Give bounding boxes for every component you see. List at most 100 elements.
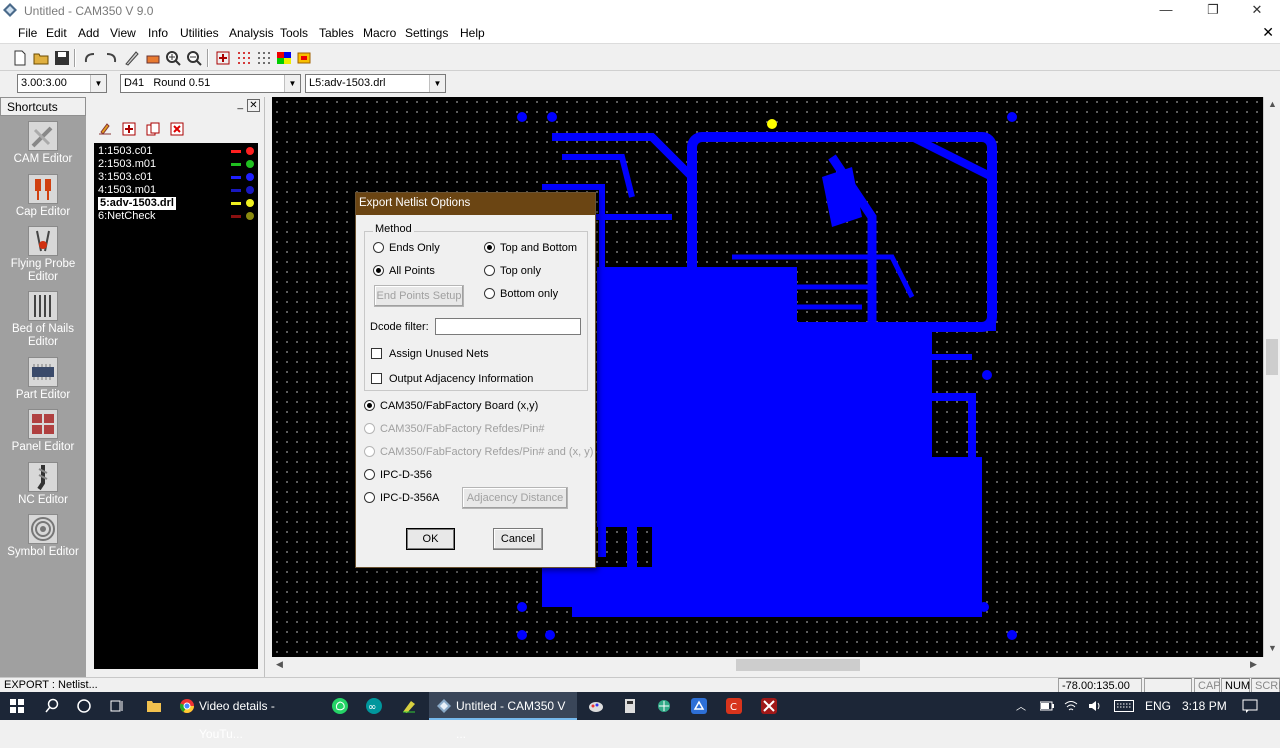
notifications-icon[interactable]	[1242, 699, 1258, 713]
scroll-right-icon[interactable]: ▶	[1250, 659, 1257, 670]
clock[interactable]: 3:18 PM	[1182, 699, 1227, 713]
battery-icon[interactable]	[1040, 700, 1054, 712]
layer-edit-icon[interactable]	[98, 122, 112, 136]
menu-help[interactable]: Help	[460, 26, 485, 40]
layer-item-4[interactable]: 4:1503.m01	[98, 184, 156, 197]
calculator-icon[interactable]	[622, 698, 638, 714]
dcode-select[interactable]: D41 Round 0.51 ▼	[120, 74, 301, 93]
layer-visibility-dot[interactable]	[246, 186, 254, 194]
panel-minimize-icon[interactable]: _	[237, 99, 243, 110]
shortcut-cam-editor[interactable]: CAM Editor	[0, 121, 86, 166]
zoom-in-icon[interactable]	[165, 50, 181, 66]
close-button[interactable]: ✕	[1234, 0, 1280, 22]
chevron-down-icon[interactable]: ▼	[429, 75, 445, 92]
grid-icon[interactable]	[236, 50, 252, 66]
menu-add[interactable]: Add	[78, 26, 99, 40]
menu-analysis[interactable]: Analysis	[229, 26, 274, 40]
menu-view[interactable]: View	[110, 26, 136, 40]
paint-icon[interactable]	[588, 698, 604, 714]
show-hidden-icons[interactable]: ︿	[1016, 698, 1026, 713]
scroll-up-icon[interactable]: ▲	[1268, 99, 1277, 109]
chevron-down-icon[interactable]: ▼	[284, 75, 300, 92]
layer-color-swatch[interactable]	[231, 202, 241, 205]
shortcut-nc-editor[interactable]: NC Editor	[0, 462, 86, 507]
menu-edit[interactable]: Edit	[46, 26, 67, 40]
file-explorer-icon[interactable]	[146, 698, 162, 714]
save-icon[interactable]	[54, 50, 70, 66]
snap-grid-icon[interactable]	[256, 50, 272, 66]
remote-desktop-icon[interactable]	[691, 698, 707, 714]
vertical-scrollbar[interactable]: ▲ ▼	[1263, 97, 1280, 657]
horizontal-scroll-thumb[interactable]	[736, 659, 860, 671]
taskbar-chrome-video-details[interactable]: Video details - YouTu...	[172, 692, 320, 741]
dcode-filter-input[interactable]	[435, 318, 581, 335]
undo-icon[interactable]	[82, 50, 98, 66]
cancel-button[interactable]: Cancel	[493, 528, 543, 550]
cam-tool-icon[interactable]	[401, 698, 417, 714]
adjacency-distance-button[interactable]: Adjacency Distance	[462, 487, 568, 509]
color-palette-icon[interactable]	[276, 50, 292, 66]
language-indicator[interactable]: ENG	[1145, 699, 1171, 713]
end-points-setup-button[interactable]: End Points Setup	[374, 285, 464, 307]
menu-info[interactable]: Info	[148, 26, 168, 40]
layer-visibility-dot[interactable]	[246, 212, 254, 220]
layer-visibility-dot[interactable]	[246, 160, 254, 168]
redo-icon[interactable]	[103, 50, 119, 66]
menu-tools[interactable]: Tools	[280, 26, 308, 40]
menu-tables[interactable]: Tables	[319, 26, 354, 40]
panel-close-icon[interactable]: ✕	[247, 99, 260, 112]
layer-color-swatch[interactable]	[231, 215, 241, 218]
scroll-left-icon[interactable]: ◀	[276, 659, 283, 670]
zoom-out-icon[interactable]	[186, 50, 202, 66]
layer-color-swatch[interactable]	[231, 189, 241, 192]
volume-icon[interactable]	[1088, 699, 1102, 713]
pcb-tool-icon[interactable]	[761, 698, 777, 714]
shortcut-panel-editor[interactable]: Panel Editor	[0, 409, 86, 454]
layer-delete-icon[interactable]	[170, 122, 184, 136]
layer-item-3[interactable]: 3:1503.c01	[98, 171, 152, 184]
menu-utilities[interactable]: Utilities	[180, 26, 219, 40]
layer-select[interactable]: L5:adv-1503.drl ▼	[305, 74, 446, 93]
layer-visibility-dot[interactable]	[246, 173, 254, 181]
shortcut-cap-editor[interactable]: Cap Editor	[0, 174, 86, 219]
minimize-button[interactable]: —	[1143, 0, 1189, 22]
layer-item-5[interactable]: 5:adv-1503.drl	[98, 197, 176, 210]
vertical-scroll-thumb[interactable]	[1266, 339, 1278, 375]
layer-color-swatch[interactable]	[231, 176, 241, 179]
open-file-icon[interactable]	[33, 50, 49, 66]
grid-size-select[interactable]: 3.00:3.00 ▼	[17, 74, 107, 93]
whatsapp-icon[interactable]	[332, 698, 348, 714]
add-layer-icon[interactable]	[215, 50, 231, 66]
layer-color-swatch[interactable]	[231, 150, 241, 153]
keyboard-icon[interactable]	[1114, 700, 1134, 712]
layer-visibility-dot[interactable]	[246, 147, 254, 155]
cortana-icon[interactable]	[76, 698, 92, 714]
layer-color-swatch[interactable]	[231, 163, 241, 166]
eraser-icon[interactable]	[145, 50, 161, 66]
windows-start-icon[interactable]	[10, 699, 24, 713]
chevron-down-icon[interactable]: ▼	[90, 75, 106, 92]
arduino-icon[interactable]: ∞	[366, 698, 382, 714]
layer-display-icon[interactable]	[296, 50, 312, 66]
shortcut-bed-of-nails-editor[interactable]: Bed of Nails Editor	[0, 291, 86, 349]
menu-file[interactable]: File	[18, 26, 37, 40]
restore-button[interactable]: ❐	[1190, 0, 1236, 22]
horizontal-scrollbar[interactable]: ◀ ▶	[272, 657, 1263, 673]
layer-copy-icon[interactable]	[146, 122, 160, 136]
new-file-icon[interactable]	[12, 50, 28, 66]
menu-settings[interactable]: Settings	[405, 26, 448, 40]
red-app-icon[interactable]: C	[726, 698, 742, 714]
layer-visibility-dot[interactable]	[246, 199, 254, 207]
mdi-close-icon[interactable]: ✕	[1262, 24, 1274, 41]
scroll-down-icon[interactable]: ▼	[1268, 643, 1277, 653]
layer-item-1[interactable]: 1:1503.c01	[98, 145, 152, 158]
shortcut-flying-probe-editor[interactable]: Flying Probe Editor	[0, 226, 86, 284]
task-view-icon[interactable]	[109, 698, 125, 714]
search-icon[interactable]	[44, 698, 60, 714]
taskbar-cam350-window[interactable]: Untitled - CAM350 V ...	[429, 692, 577, 741]
layer-item-6[interactable]: 6:NetCheck	[98, 210, 155, 223]
pencil-icon[interactable]	[124, 50, 140, 66]
shortcut-part-editor[interactable]: Part Editor	[0, 357, 86, 402]
layer-item-2[interactable]: 2:1503.m01	[98, 158, 156, 171]
shortcut-symbol-editor[interactable]: Symbol Editor	[0, 514, 86, 559]
